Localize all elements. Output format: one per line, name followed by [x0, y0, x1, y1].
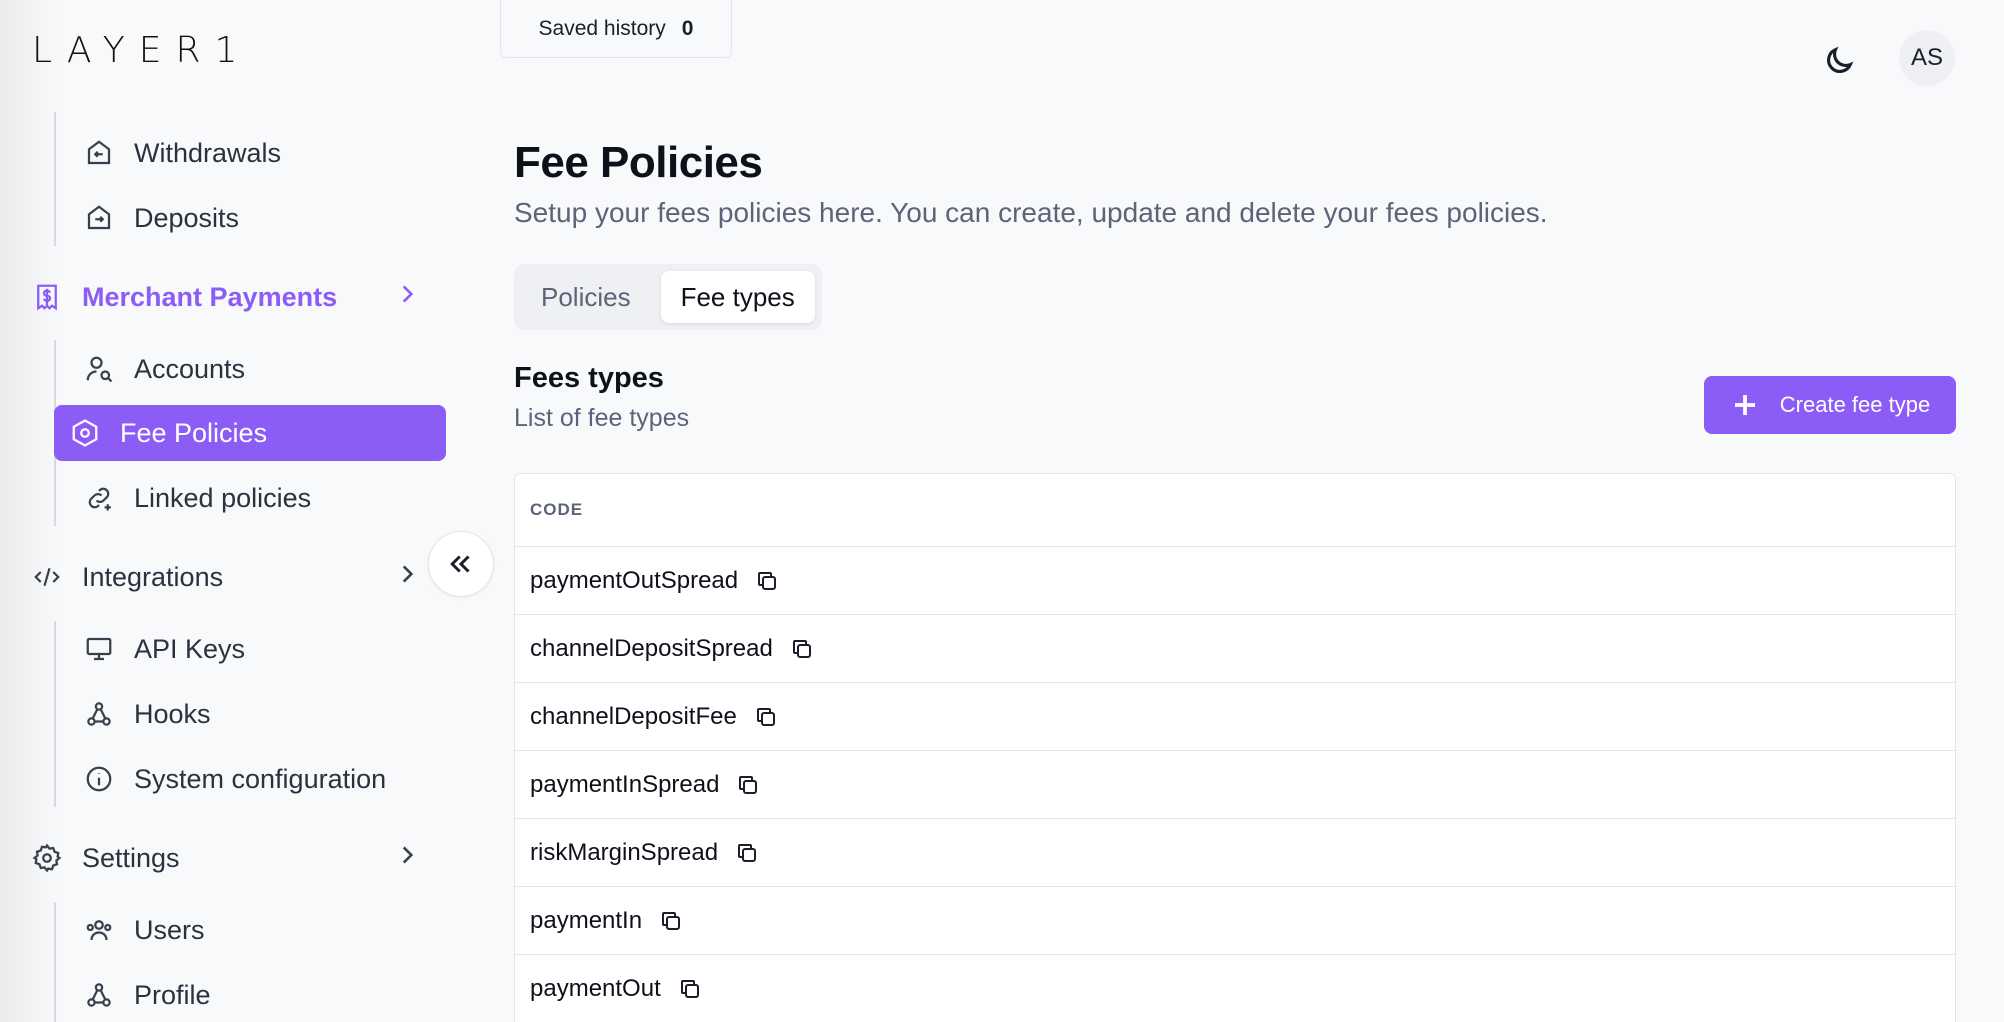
fee-type-code: paymentIn [530, 906, 643, 934]
fee-type-code: paymentOutSpread [530, 566, 739, 594]
sidebar-group-label: Settings [82, 842, 180, 873]
fee-types-table: CODE paymentOutSpread channelDepositSprea… [514, 473, 1956, 1022]
saved-history-count: 0 [681, 16, 694, 40]
copy-icon[interactable] [731, 768, 765, 802]
avatar[interactable]: AS [1899, 30, 1955, 86]
table-row[interactable]: channelDepositFee [515, 683, 1955, 751]
sidebar-item-label: Hooks [134, 698, 211, 729]
app: LAYER1 Withdrawals Deposits Merchant Pay… [0, 0, 2004, 1022]
users-icon [82, 913, 116, 947]
sidebar-item-label: Accounts [134, 353, 246, 384]
chevron-right-icon [394, 281, 420, 314]
plus-icon [1734, 395, 1755, 415]
sidebar-item-fee-policies[interactable]: Fee Policies [54, 405, 446, 461]
logo: LAYER1 [32, 30, 252, 71]
create-fee-type-button[interactable]: Create fee type [1704, 376, 1956, 434]
saved-history-label: Saved history [538, 16, 666, 40]
sidebar-item-users[interactable]: Users [82, 902, 205, 958]
copy-icon[interactable] [785, 632, 819, 666]
chevron-right-icon [394, 561, 420, 594]
fee-type-code: paymentOut [530, 974, 661, 1002]
user-search-icon [82, 352, 116, 386]
table-row[interactable]: paymentInSpread [515, 751, 1955, 819]
code-icon [30, 560, 64, 594]
create-fee-type-label: Create fee type [1779, 392, 1931, 417]
moon-icon [1827, 46, 1854, 73]
nav-tree-line [54, 112, 56, 246]
table-row[interactable]: paymentIn [515, 887, 1955, 955]
sidebar-group-settings[interactable]: Settings [30, 830, 420, 886]
table-header-code[interactable]: CODE [515, 474, 1955, 547]
sidebar-item-label: Fee Policies [120, 417, 268, 448]
info-icon [82, 762, 116, 796]
table-row[interactable]: paymentOut [515, 955, 1955, 1022]
table-row[interactable]: paymentOutSpread [515, 547, 1955, 615]
sidebar-item-label: Profile [134, 979, 211, 1010]
section-title: Fees types [514, 362, 664, 394]
theme-toggle-button[interactable] [1818, 40, 1860, 82]
sidebar-item-accounts[interactable]: Accounts [82, 341, 245, 397]
copy-icon[interactable] [730, 836, 764, 870]
sidebar-item-profile[interactable]: Profile [82, 967, 211, 1022]
tab-bar: Policies Fee types [514, 264, 822, 330]
webhook-icon [82, 697, 116, 731]
fee-type-code: riskMarginSpread [530, 838, 719, 866]
fee-type-code: channelDepositSpread [530, 634, 773, 662]
fee-type-code: paymentInSpread [530, 770, 720, 798]
saved-history-button[interactable]: Saved history 0 [500, 0, 732, 58]
sidebar-item-deposits[interactable]: Deposits [82, 190, 239, 246]
copy-icon[interactable] [654, 904, 688, 938]
hexagon-icon [68, 416, 102, 450]
sidebar-group-label: Merchant Payments [82, 281, 338, 312]
receipt-dollar-icon [30, 280, 64, 314]
sidebar-item-label: Deposits [134, 202, 240, 233]
sidebar: LAYER1 Withdrawals Deposits Merchant Pay… [0, 0, 470, 1022]
tab-fee-types[interactable]: Fee types [660, 271, 815, 323]
webhook-icon [82, 978, 116, 1012]
sidebar-item-withdrawals[interactable]: Withdrawals [82, 125, 281, 181]
link-icon [82, 481, 116, 515]
deposits-icon [82, 201, 116, 235]
nav-tree-line [54, 902, 56, 1022]
section-subtitle: List of fee types [514, 404, 690, 432]
table-row[interactable]: riskMarginSpread [515, 819, 1955, 887]
table-body: paymentOutSpread channelDepositSpread chan… [515, 547, 1955, 1022]
copy-icon[interactable] [750, 564, 784, 598]
chevrons-left-icon [450, 555, 470, 573]
page-title: Fee Policies [514, 138, 763, 187]
sidebar-item-label: System configuration [134, 763, 387, 794]
sidebar-item-api-keys[interactable]: API Keys [82, 621, 245, 677]
sidebar-item-label: API Keys [134, 633, 246, 664]
table-row[interactable]: channelDepositSpread [515, 615, 1955, 683]
sidebar-group-label: Integrations [82, 561, 224, 592]
nav-tree-line [54, 621, 56, 807]
collapse-sidebar-button[interactable] [428, 531, 494, 597]
sidebar-item-system-configuration[interactable]: System configuration [82, 751, 386, 807]
sidebar-item-label: Withdrawals [134, 137, 282, 168]
sidebar-item-label: Linked policies [134, 482, 312, 513]
tab-policies[interactable]: Policies [521, 271, 651, 323]
copy-icon[interactable] [749, 700, 783, 734]
gear-icon [30, 841, 64, 875]
sidebar-item-hooks[interactable]: Hooks [82, 686, 211, 742]
sidebar-item-label: Users [134, 914, 205, 945]
withdrawals-icon [82, 136, 116, 170]
chevron-right-icon [394, 842, 420, 875]
sidebar-item-linked-policies[interactable]: Linked policies [82, 470, 311, 526]
sidebar-group-integrations[interactable]: Integrations [30, 549, 420, 605]
page-subtitle: Setup your fees policies here. You can c… [514, 197, 1548, 228]
copy-icon[interactable] [673, 972, 707, 1006]
sidebar-group-merchant-payments[interactable]: Merchant Payments [30, 269, 420, 325]
monitor-icon [82, 632, 116, 666]
fee-type-code: channelDepositFee [530, 702, 737, 730]
